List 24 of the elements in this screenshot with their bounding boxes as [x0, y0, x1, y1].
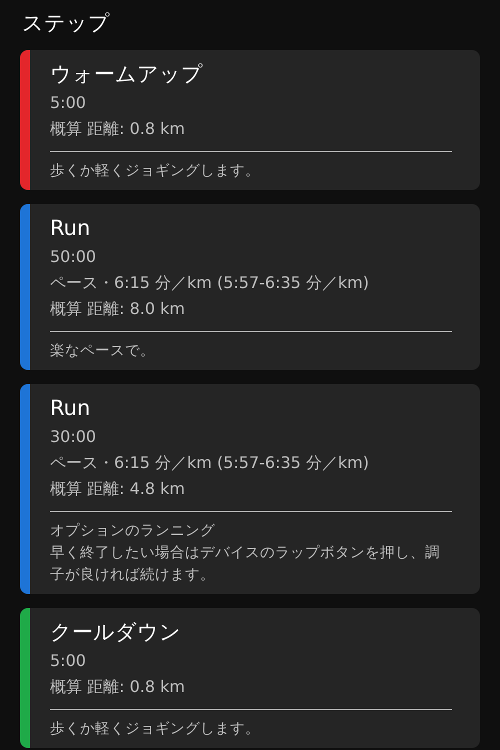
step-detail: 概算 距離: 8.0 km	[50, 298, 186, 320]
step-detail: 概算 距離: 4.8 km	[50, 478, 186, 500]
step-detail: ペース・6:15 分／km (5:57-6:35 分／km)	[50, 452, 370, 474]
step-note: 楽なペースで。	[50, 342, 156, 361]
step-detail: 5:00	[50, 92, 87, 114]
section-title: ステップ	[22, 10, 111, 37]
step-detail: 概算 距離: 0.8 km	[50, 676, 186, 698]
step-detail: ペース・6:15 分／km (5:57-6:35 分／km)	[50, 272, 370, 294]
step-title: Run	[50, 215, 92, 242]
step-card[interactable]: Run 50:00 ペース・6:15 分／km (5:57-6:35 分／km) 概算 距離: 8.0 km 楽なペースで。	[20, 204, 480, 370]
step-note: 歩くか軽くジョギングします。	[50, 162, 261, 181]
step-title: Run	[50, 395, 92, 422]
step-card[interactable]: ウォームアップ 5:00 概算 距離: 0.8 km 歩くか軽くジョギングします。	[20, 50, 480, 190]
step-detail: 5:00	[50, 650, 87, 672]
step-detail: 50:00	[50, 246, 98, 268]
step-card[interactable]: Run 30:00 ペース・6:15 分／km (5:57-6:35 分／km) 概算 距離: 4.8 km オプションのランニング 早く終了したい場合はデバイスのラップボタンを押し、調子が良ければ続けます。	[20, 384, 480, 594]
step-title: クールダウン	[50, 619, 182, 646]
step-detail: 概算 距離: 0.8 km	[50, 118, 186, 140]
step-title: ウォームアップ	[50, 61, 204, 88]
step-note: 歩くか軽くジョギングします。	[50, 720, 261, 739]
step-note: オプションのランニング	[50, 522, 216, 541]
step-card[interactable]: クールダウン 5:00 概算 距離: 0.8 km 歩くか軽くジョギングします。	[20, 608, 480, 748]
step-note: 早く終了したい場合はデバイスのラップボタンを押し、調子が良ければ続けます。	[50, 544, 441, 585]
step-detail: 30:00	[50, 426, 98, 448]
